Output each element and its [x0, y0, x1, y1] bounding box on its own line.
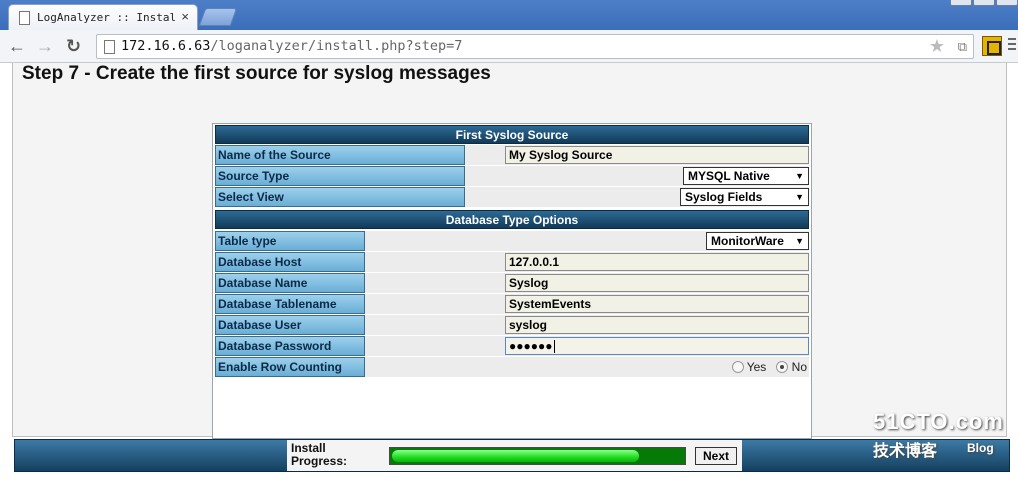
section-header-db-options: Database Type Options [215, 210, 809, 229]
page-icon [19, 11, 30, 25]
password-mask: ●●●●●● [509, 339, 553, 353]
radio-yes[interactable] [731, 361, 744, 373]
install-form: First Syslog Source Name of the Source M… [212, 123, 812, 439]
table-type-value: MonitorWare [711, 234, 784, 248]
radio-no-label: No [791, 360, 807, 374]
form-row-row-counting: Enable Row Counting Yes No [215, 357, 809, 377]
maximize-button[interactable] [973, 0, 995, 6]
source-type-select[interactable]: MYSQL Native ▼ [683, 167, 809, 185]
form-row-db-host: Database Host 127.0.0.1 [215, 252, 809, 272]
label-db-table: Database Tablename [215, 294, 365, 314]
row-counting-radio-group: Yes No [731, 360, 807, 374]
close-icon[interactable]: × [181, 9, 189, 24]
form-row-table-type: Table type MonitorWare ▼ [215, 231, 809, 251]
tab-title: LogAnalyzer :: Installe [37, 11, 175, 24]
watermark-blog: Blog [967, 441, 994, 455]
select-view-value: Syslog Fields [685, 190, 763, 204]
reload-icon[interactable]: ↻ [66, 36, 81, 56]
watermark-line1: 51CTO.com [873, 409, 1004, 434]
window-controls [948, 0, 1018, 6]
db-user-input[interactable]: syslog [505, 316, 809, 334]
form-row-db-user: Database User syslog [215, 315, 809, 335]
browser-tab[interactable]: LogAnalyzer :: Installe × [8, 4, 198, 30]
extension-icon[interactable] [982, 36, 1002, 56]
progress-bar [389, 447, 686, 465]
page-action-icon[interactable]: ⧉ [958, 39, 967, 55]
section-header-first-source: First Syslog Source [215, 125, 809, 144]
chevron-down-icon: ▼ [795, 236, 804, 246]
label-db-user: Database User [215, 315, 365, 335]
forward-arrow-icon[interactable]: → [36, 36, 54, 56]
progress-label: Install Progress: [291, 442, 347, 468]
label-source-type: Source Type [215, 166, 465, 186]
label-db-password: Database Password [215, 336, 365, 356]
page-icon [104, 40, 115, 54]
page-viewport: Step 7 - Create the first source for sys… [0, 63, 1018, 487]
url-text[interactable]: 172.16.6.63/loganalyzer/install.php?step… [121, 38, 462, 54]
close-window-button[interactable] [996, 0, 1018, 6]
form-row-select-view: Select View Syslog Fields ▼ [215, 187, 809, 207]
bookmark-star-icon[interactable]: ★ [929, 36, 945, 57]
progress-fill [392, 450, 639, 462]
select-view-select[interactable]: Syslog Fields ▼ [680, 188, 809, 206]
radio-yes-label: Yes [746, 360, 767, 374]
form-row-source-type: Source Type MYSQL Native ▼ [215, 166, 809, 186]
form-row-db-table: Database Tablename SystemEvents [215, 294, 809, 314]
chevron-down-icon: ▼ [795, 171, 804, 181]
new-tab-button[interactable] [198, 8, 238, 26]
next-button[interactable]: Next [695, 447, 737, 465]
source-name-input[interactable]: My Syslog Source [505, 146, 809, 164]
minimize-button[interactable] [950, 0, 972, 6]
db-password-input[interactable]: ●●●●●● [505, 337, 809, 355]
browser-titlebar: LogAnalyzer :: Installe × [0, 0, 1018, 30]
db-table-input[interactable]: SystemEvents [505, 295, 809, 313]
form-row-db-password: Database Password ●●●●●● [215, 336, 809, 356]
progress-label-line1: Install [291, 441, 326, 455]
back-arrow-icon[interactable]: ← [8, 36, 26, 56]
url-path: /loganalyzer/install.php?step=7 [210, 38, 463, 54]
label-db-name: Database Name [215, 273, 365, 293]
label-table-type: Table type [215, 231, 365, 251]
browser-toolbar: ← → ↻ 172.16.6.63/loganalyzer/install.ph… [0, 30, 1018, 63]
form-row-source-name: Name of the Source My Syslog Source [215, 145, 809, 165]
label-source-name: Name of the Source [215, 145, 465, 165]
label-db-host: Database Host [215, 252, 365, 272]
label-select-view: Select View [215, 187, 465, 207]
progress-label-line2: Progress: [291, 454, 348, 468]
table-type-select[interactable]: MonitorWare ▼ [706, 232, 809, 250]
label-row-counting: Enable Row Counting [215, 357, 365, 377]
url-host: 172.16.6.63 [121, 38, 211, 54]
watermark-logo: 51CTO.com 技术博客 Blog [873, 409, 1004, 461]
page-title: Step 7 - Create the first source for sys… [22, 63, 491, 84]
install-footer: Install Progress: Next [14, 439, 1010, 472]
source-type-value: MYSQL Native [688, 169, 770, 183]
radio-no[interactable] [776, 361, 789, 373]
form-row-db-name: Database Name Syslog [215, 273, 809, 293]
chevron-down-icon: ▼ [795, 192, 804, 202]
address-bar[interactable]: 172.16.6.63/loganalyzer/install.php?step… [96, 34, 974, 59]
db-host-input[interactable]: 127.0.0.1 [505, 253, 809, 271]
db-name-input[interactable]: Syslog [505, 274, 809, 292]
text-caret [553, 340, 555, 354]
menu-icon[interactable] [1008, 38, 1016, 54]
